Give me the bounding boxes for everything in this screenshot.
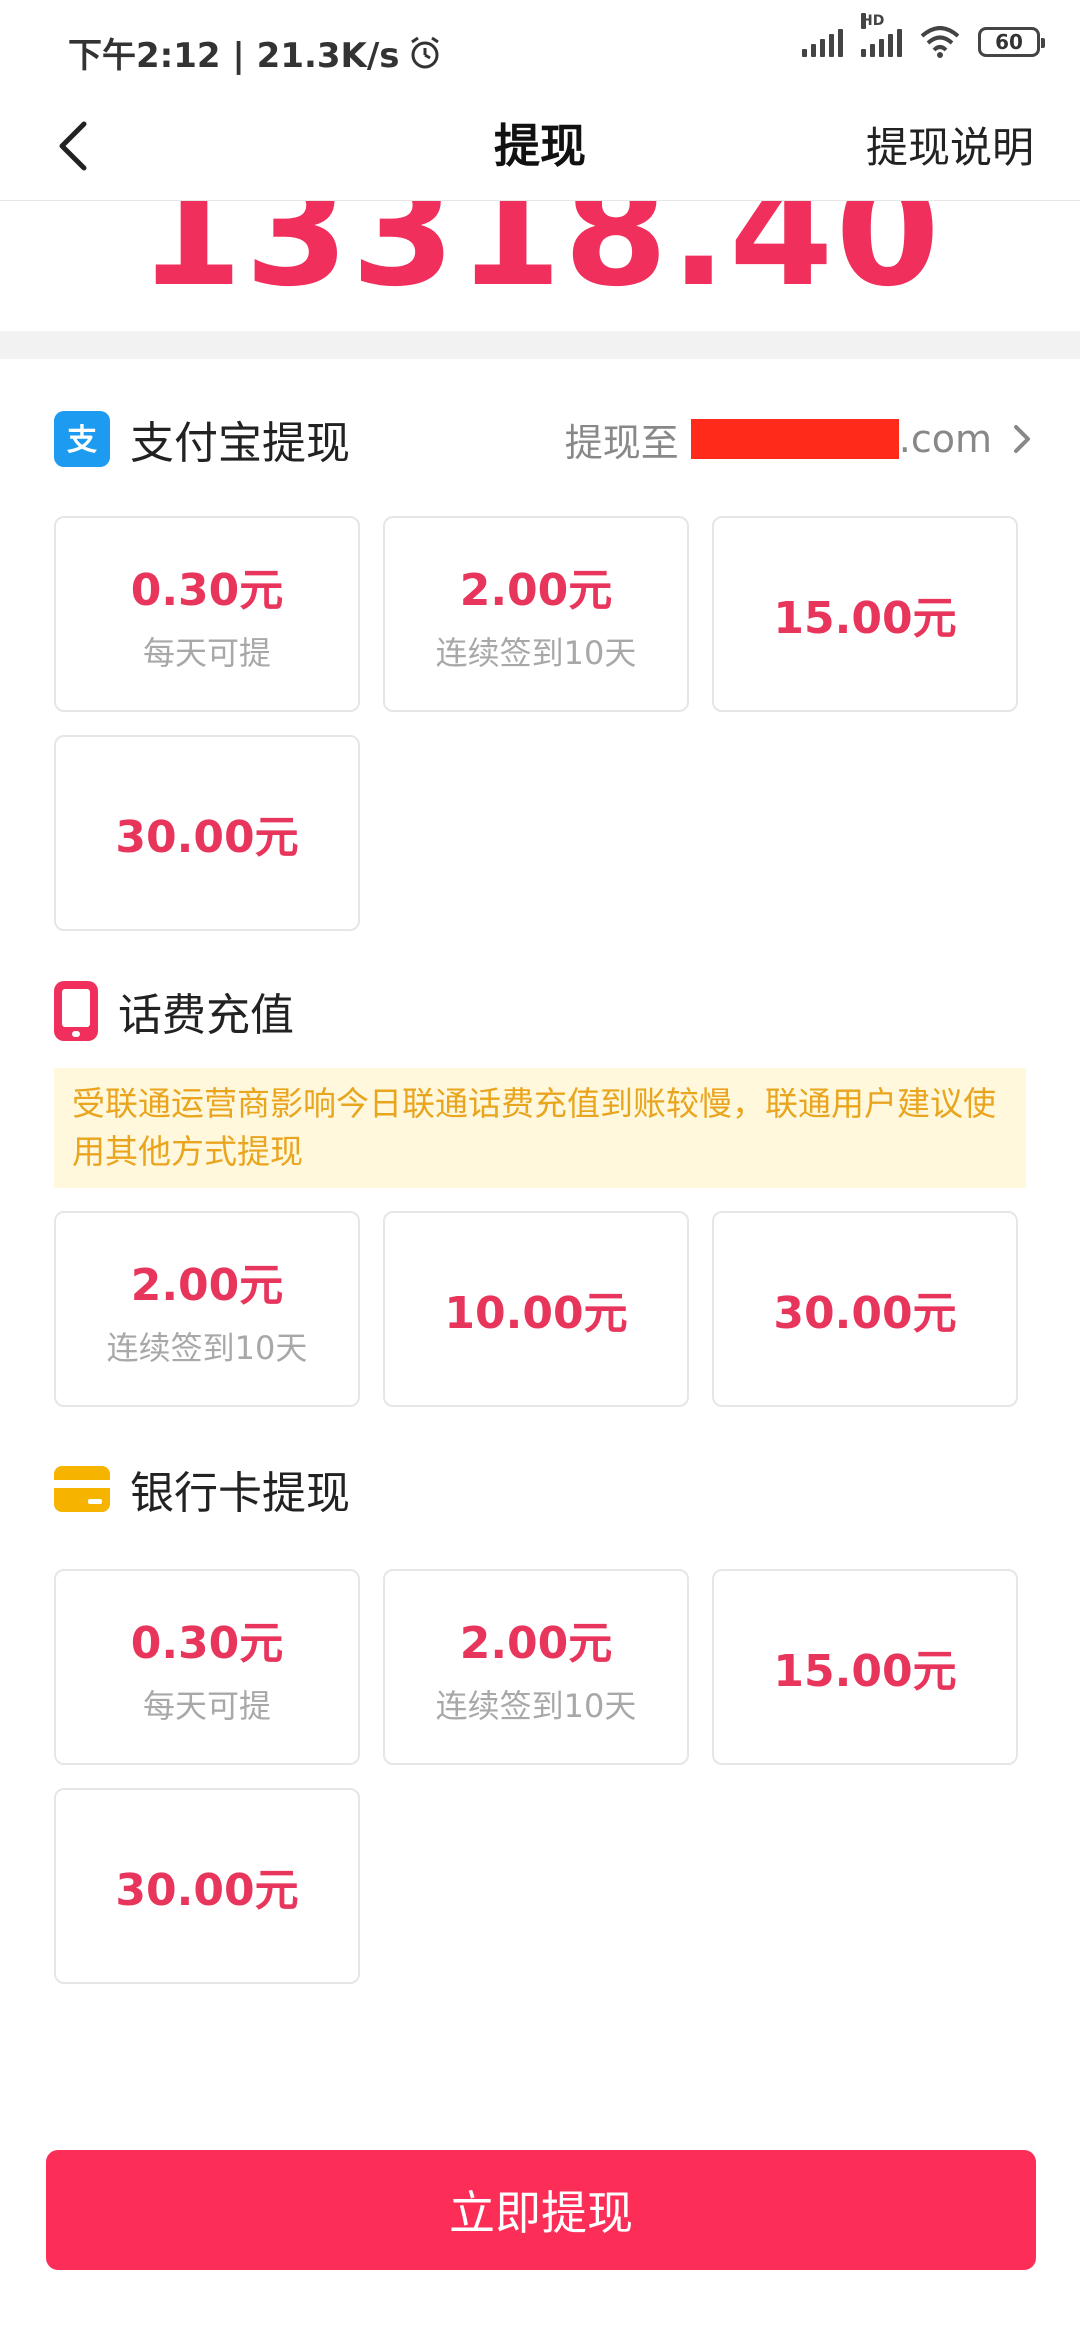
option-amount: 0.30元	[130, 1618, 284, 1669]
alipay-section-header: 支 支付宝提现 提现至 .com	[54, 404, 1034, 474]
wifi-icon	[920, 26, 960, 58]
option-amount: 10.00元	[444, 1288, 628, 1339]
bank-card-section-header: 银行卡提现	[54, 1454, 1034, 1524]
account-suffix: .com	[898, 417, 992, 461]
section-divider	[0, 331, 1080, 359]
status-time-speed-text: 下午2:12 | 21.3K/s	[68, 36, 400, 76]
option-note: 连续签到10天	[106, 1329, 308, 1367]
carrier-notice: 受联通运营商影响今日联通话费充值到账较慢，联通用户建议使用其他方式提现	[54, 1068, 1026, 1188]
withdraw-now-button[interactable]: 立即提现	[46, 2150, 1036, 2270]
alipay-icon: 支	[54, 411, 110, 467]
phone-option-0[interactable]: 2.00元 连续签到10天	[54, 1211, 360, 1407]
alipay-option-3[interactable]: 30.00元	[54, 735, 360, 931]
alipay-option-2[interactable]: 15.00元	[712, 516, 1018, 712]
option-amount: 30.00元	[115, 812, 299, 863]
battery-level: 60	[995, 30, 1023, 54]
option-amount: 2.00元	[130, 1260, 284, 1311]
phone-topup-section-title: 话费充值	[118, 990, 294, 1041]
account-prefix: 提现至	[564, 420, 679, 465]
bank-card-section-title: 银行卡提现	[130, 1468, 350, 1519]
bank-card-option-2[interactable]: 15.00元	[712, 1569, 1018, 1765]
alipay-account-selector[interactable]: 提现至 .com	[565, 412, 1034, 467]
option-note: 连续签到10天	[435, 634, 637, 672]
bank-card-option-3[interactable]: 30.00元	[54, 1788, 360, 1984]
balance-amount: 13318.40	[138, 201, 942, 320]
status-time-speed: 下午2:12 | 21.3K/s	[68, 28, 442, 77]
top-nav-bar: 提现 提现说明	[0, 92, 1080, 201]
option-amount: 15.00元	[773, 1646, 957, 1697]
bank-card-option-0[interactable]: 0.30元 每天可提	[54, 1569, 360, 1765]
hd-label: HD	[861, 13, 885, 29]
balance-area: 13318.40	[0, 201, 1080, 331]
signal-icon	[802, 27, 843, 57]
option-note: 每天可提	[142, 1687, 271, 1725]
option-amount: 15.00元	[773, 593, 957, 644]
battery-icon: 60	[978, 27, 1045, 57]
alipay-option-0[interactable]: 0.30元 每天可提	[54, 516, 360, 712]
alipay-section-title: 支付宝提现	[130, 418, 350, 469]
phone-option-2[interactable]: 30.00元	[712, 1211, 1018, 1407]
status-icons: HD 60	[802, 13, 1045, 58]
alipay-option-1[interactable]: 2.00元 连续签到10天	[383, 516, 689, 712]
svg-text:支: 支	[67, 423, 97, 457]
option-amount: 2.00元	[459, 565, 613, 616]
option-note: 每天可提	[142, 634, 271, 672]
option-amount: 30.00元	[115, 1865, 299, 1916]
chevron-right-icon	[1014, 425, 1030, 453]
phone-icon	[54, 981, 98, 1041]
bank-card-icon	[54, 1466, 110, 1512]
phone-topup-section-header: 话费充值	[54, 976, 1034, 1046]
redacted-account	[690, 419, 899, 459]
option-amount: 30.00元	[773, 1288, 957, 1339]
status-bar: 下午2:12 | 21.3K/s HD 60	[0, 0, 1080, 92]
phone-option-1[interactable]: 10.00元	[383, 1211, 689, 1407]
option-amount: 0.30元	[130, 565, 284, 616]
bank-card-option-1[interactable]: 2.00元 连续签到10天	[383, 1569, 689, 1765]
withdraw-help-link[interactable]: 提现说明	[866, 114, 1034, 175]
alarm-icon	[410, 36, 439, 68]
hd-signal-icon: HD	[861, 13, 902, 57]
option-note: 连续签到10天	[435, 1687, 637, 1725]
option-amount: 2.00元	[459, 1618, 613, 1669]
